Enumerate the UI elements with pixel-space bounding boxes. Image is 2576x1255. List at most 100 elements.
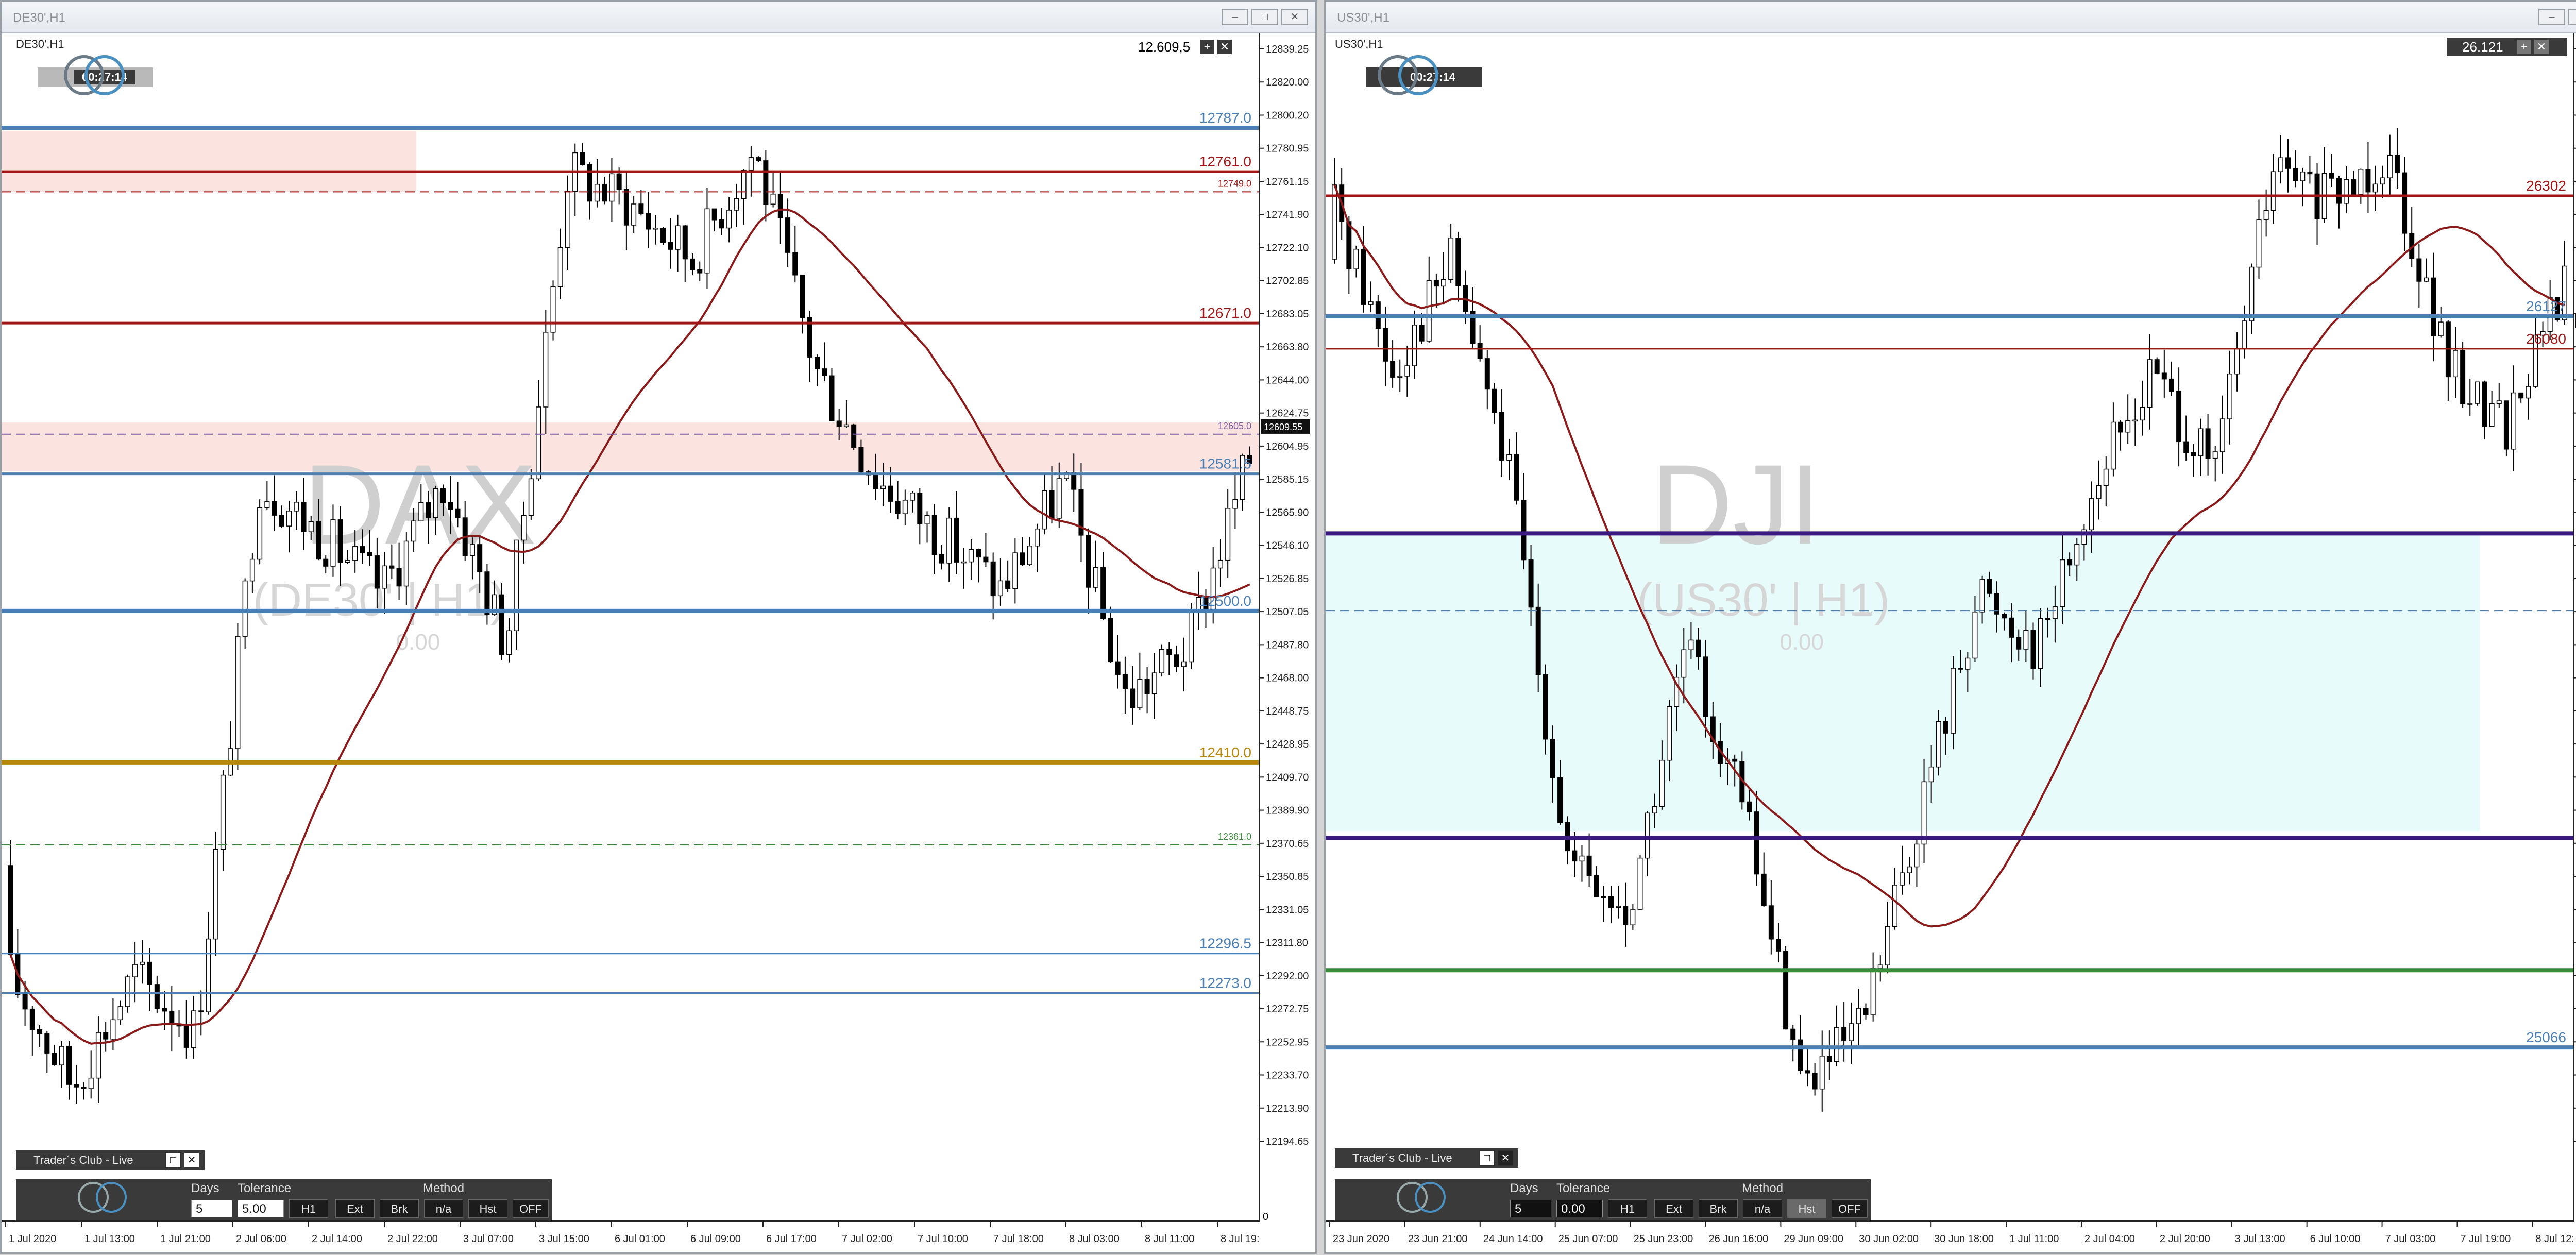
candle-body xyxy=(1455,238,1461,286)
time-axis[interactable]: 23 Jun 2020 23 Jun 21:00 24 Jun 14:00 25 Ju… xyxy=(1326,1220,2576,1252)
window-titlebar[interactable]: DE30',H1 – □ ✕ xyxy=(2,2,1315,33)
price-tick-label: 12350.85 xyxy=(1266,871,1309,883)
price-tick-label: 12370.65 xyxy=(1266,838,1309,850)
candle-body xyxy=(2503,400,2509,450)
candle-body xyxy=(484,571,490,615)
window-titlebar[interactable]: US30',H1 – □ ✕ xyxy=(1326,2,2576,33)
candle-body xyxy=(396,568,402,587)
brk-button[interactable]: Brk xyxy=(1699,1199,1738,1218)
price-tick-label: 12683.05 xyxy=(1266,309,1309,320)
candle-body xyxy=(2132,419,2138,422)
candle-body xyxy=(279,515,284,527)
candle-body xyxy=(308,521,314,532)
candle-body xyxy=(2278,157,2283,172)
candle-body xyxy=(2489,403,2495,427)
level-label: 12500.0 xyxy=(1199,593,1251,609)
candle-body xyxy=(1623,906,1629,926)
time-tick-label: 30 Jun 18:00 xyxy=(1934,1233,1994,1245)
candle-body xyxy=(382,565,387,589)
candle-body xyxy=(814,357,820,369)
maximize-button[interactable]: □ xyxy=(2568,9,2576,25)
candle-body xyxy=(2074,544,2080,566)
tolerance-input[interactable]: 5.00 xyxy=(238,1200,284,1217)
candle-body xyxy=(1225,508,1231,561)
maximize-button[interactable]: □ xyxy=(1251,9,1278,25)
candle-body xyxy=(756,157,761,161)
close-icon[interactable]: ✕ xyxy=(184,1152,199,1168)
candle-body xyxy=(1768,905,1774,940)
candle-body xyxy=(154,984,160,1009)
candle-body xyxy=(1608,896,1614,908)
price-chart[interactable]: DJI (US30' | H1) 0.00 26302 26127 26080 25066 xyxy=(1326,33,2573,1172)
price-tick-label: 12389.90 xyxy=(1266,805,1309,817)
price-chart[interactable]: DAX(DE30' | H1)0.0012787.012761.012749.0… xyxy=(2,33,1259,1172)
time-tick-label: 23 Jun 21:00 xyxy=(1408,1233,1468,1245)
candle-body xyxy=(2482,381,2487,427)
time-axis[interactable]: 1 Jul 2020 1 Jul 13:00 1 Jul 21:00 2 Jul 06… xyxy=(2,1220,1271,1252)
price-tick-label: 12546.10 xyxy=(1266,540,1309,552)
candle-body xyxy=(2118,421,2124,433)
close-button[interactable]: ✕ xyxy=(1281,9,1308,25)
ext-button[interactable]: Ext xyxy=(1654,1199,1693,1218)
na-button[interactable]: n/a xyxy=(424,1199,463,1218)
hst-button[interactable]: Hst xyxy=(1787,1199,1826,1218)
candle-body xyxy=(1805,1070,1810,1074)
hst-button[interactable]: Hst xyxy=(468,1199,507,1218)
time-tick-label: 7 Jul 03:00 xyxy=(2385,1233,2436,1245)
brk-button[interactable]: Brk xyxy=(380,1199,419,1218)
candle-body xyxy=(1652,806,1657,814)
candle-body xyxy=(1601,896,1606,898)
off-button[interactable]: OFF xyxy=(1832,1199,1868,1218)
candle-body xyxy=(719,219,724,229)
candle-body xyxy=(2431,277,2436,336)
candle-body xyxy=(1368,301,1374,305)
candle-body xyxy=(169,1010,175,1025)
priax-panel[interactable]: Days Tolerance Method 5 5.00 H1 Ext Brk … xyxy=(16,1179,552,1220)
timeframe-button[interactable]: H1 xyxy=(289,1199,328,1218)
off-button[interactable]: OFF xyxy=(513,1199,549,1218)
candle-body xyxy=(1798,1039,1803,1071)
na-button[interactable]: n/a xyxy=(1743,1199,1782,1218)
watermark-value: 0.00 xyxy=(1780,630,1824,655)
minimize-button[interactable]: – xyxy=(1222,9,1248,25)
minimize-button[interactable]: – xyxy=(2538,9,2565,25)
restore-icon[interactable]: □ xyxy=(1479,1150,1495,1166)
priax-panel[interactable]: Days Tolerance Method 5 0.00 H1 Ext Brk … xyxy=(1335,1179,1871,1220)
candle-body xyxy=(1681,649,1687,678)
price-axis[interactable]: 26521.1126472.1626424.5526376.9126329.31… xyxy=(2573,33,2576,1222)
plus-icon[interactable]: + xyxy=(1200,40,1214,54)
minimize-icon: – xyxy=(1232,11,1238,23)
candle-body xyxy=(2249,266,2255,321)
candle-body xyxy=(360,546,365,553)
candle-body xyxy=(2219,418,2225,452)
timeframe-button[interactable]: H1 xyxy=(1608,1199,1647,1218)
candle-body xyxy=(2416,258,2422,282)
days-input[interactable]: 5 xyxy=(1510,1200,1551,1217)
candle-body xyxy=(1419,325,1425,342)
price-axis[interactable]: 12839.25 12820.00 12800.20 12780.95 12761.15… xyxy=(1259,33,1311,1222)
dax-chart-window[interactable]: DE30',H1 – □ ✕ DAX(DE30' | H1)0.0012787.… xyxy=(0,0,1317,1254)
ext-button[interactable]: Ext xyxy=(335,1199,375,1218)
close-icon[interactable]: ✕ xyxy=(1498,1150,1513,1166)
close-quote-icon[interactable]: ✕ xyxy=(2534,40,2549,54)
candle-body xyxy=(2089,498,2094,531)
candle-body xyxy=(763,160,769,205)
plus-icon[interactable]: + xyxy=(2517,40,2531,54)
candle-body xyxy=(939,554,945,564)
candle-body xyxy=(1943,721,1948,734)
candle-body xyxy=(1232,499,1238,509)
traders-club-bar[interactable]: Trader´s Club - Live □ ✕ xyxy=(16,1150,205,1170)
close-quote-icon[interactable]: ✕ xyxy=(1217,40,1232,54)
dji-chart-window[interactable]: US30',H1 – □ ✕ DJI (US30' | H1) 0.00 26302 2… xyxy=(1324,0,2576,1254)
restore-icon[interactable]: □ xyxy=(165,1152,181,1168)
candle-body xyxy=(2067,559,2073,566)
candle-body xyxy=(726,210,732,229)
traders-club-bar[interactable]: Trader´s Club - Live □ ✕ xyxy=(1335,1148,1518,1168)
time-tick-label: 1 Jul 11:00 xyxy=(2009,1233,2059,1245)
candle-body xyxy=(2460,350,2466,404)
tolerance-input[interactable]: 0.00 xyxy=(1556,1200,1603,1217)
candle-body xyxy=(272,501,277,516)
candle-body xyxy=(843,424,849,427)
candle-body xyxy=(1637,857,1643,910)
days-input[interactable]: 5 xyxy=(191,1200,232,1217)
